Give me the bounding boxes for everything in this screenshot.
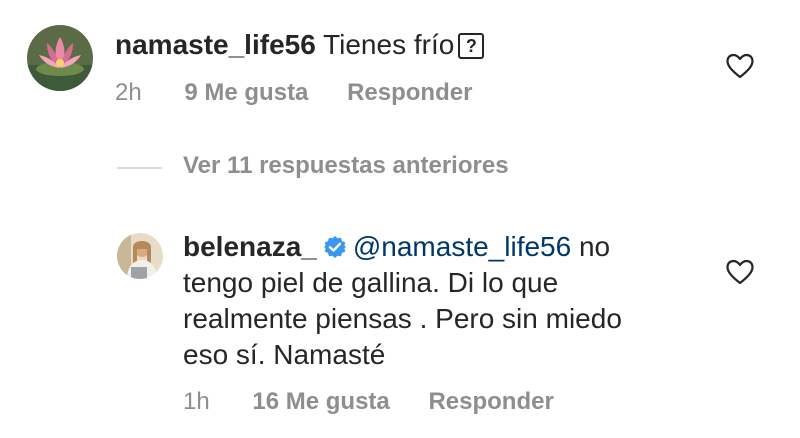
avatar[interactable] — [117, 233, 163, 279]
comment-text-line: eso sí. Namasté — [183, 339, 386, 370]
comment-text-line: no — [571, 231, 611, 262]
comment-body: namaste_life56 Tienes frío? — [115, 27, 485, 63]
lotus-avatar-image — [27, 25, 93, 91]
comment-meta: 2h 9 Me gusta Responder — [115, 79, 504, 107]
unknown-glyph-icon: ? — [458, 33, 485, 59]
heart-icon[interactable] — [725, 52, 755, 80]
likes-count[interactable]: 16 Me gusta — [252, 388, 389, 415]
comment-body: belenaza_ @namaste_life56 no tengo piel … — [183, 229, 743, 373]
avatar[interactable] — [27, 25, 93, 91]
heart-icon[interactable] — [725, 258, 755, 286]
comment-username[interactable]: namaste_life56 — [115, 29, 316, 60]
comment-time: 2h — [115, 79, 142, 106]
mention-link[interactable]: @namaste_life56 — [353, 231, 571, 262]
comment-time: 1h — [183, 388, 210, 415]
view-previous-replies-button[interactable]: Ver 11 respuestas anteriores — [183, 152, 509, 180]
comment-username[interactable]: belenaza_ — [183, 231, 317, 262]
reply-button[interactable]: Responder — [428, 388, 553, 415]
comment-meta: 1h 16 Me gusta Responder — [183, 388, 586, 416]
profile-photo-image — [117, 233, 163, 279]
comment-text: Tienes frío — [323, 29, 455, 60]
reply-button[interactable]: Responder — [347, 79, 472, 106]
comment-text-line: realmente piensas . Pero sin miedo — [183, 303, 622, 334]
likes-count[interactable]: 9 Me gusta — [184, 79, 308, 106]
comment-text-line: tengo piel de gallina. Di lo que — [183, 267, 559, 298]
verified-badge-icon — [323, 236, 346, 258]
replies-divider — [117, 167, 162, 169]
